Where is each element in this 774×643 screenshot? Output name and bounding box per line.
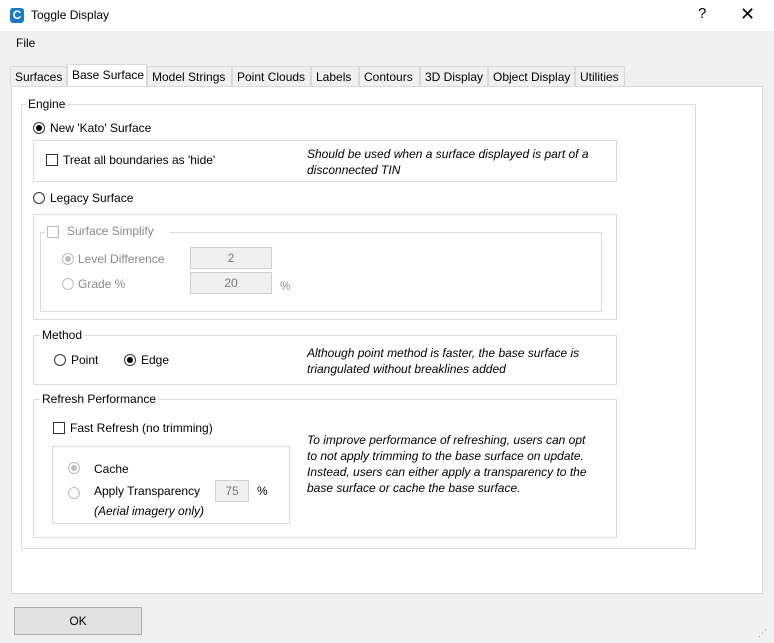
simplify-checkbox[interactable] <box>47 226 59 238</box>
level-diff-input[interactable]: 2 <box>190 247 272 269</box>
cache-label: Cache <box>94 462 129 476</box>
help-button[interactable]: ? <box>698 5 706 22</box>
resize-grip-icon[interactable]: ⋰ <box>758 628 770 640</box>
cache-radio[interactable] <box>68 462 80 474</box>
aerial-note: (Aerial imagery only) <box>94 504 205 518</box>
point-radio[interactable] <box>54 354 66 366</box>
grade-label: Grade % <box>78 277 126 291</box>
hide-boundaries-label: Treat all boundaries as 'hide' <box>63 153 216 167</box>
simplify-group <box>40 232 602 312</box>
tab-panel: Engine New 'Kato' Surface Treat all boun… <box>11 86 763 594</box>
kato-radio[interactable] <box>33 122 45 134</box>
transparency-label: Apply Transparency <box>94 484 201 498</box>
transparency-input[interactable]: 75 <box>215 480 249 502</box>
edge-label: Edge <box>141 353 170 367</box>
refresh-legend: Refresh Performance <box>40 392 159 406</box>
tab-base-surface[interactable]: Base Surface <box>67 64 147 86</box>
legacy-label: Legacy Surface <box>50 191 134 205</box>
fast-refresh-checkbox[interactable] <box>53 422 65 434</box>
level-diff-label: Level Difference <box>78 252 165 266</box>
title-bar <box>0 0 774 31</box>
level-diff-radio[interactable] <box>62 253 74 265</box>
menu-file[interactable]: File <box>16 36 35 50</box>
window-title: Toggle Display <box>31 8 110 22</box>
close-button[interactable]: ✕ <box>740 4 755 25</box>
tab-3d-display[interactable]: 3D Display <box>420 66 488 86</box>
tab-labels[interactable]: Labels <box>311 66 359 86</box>
grade-input[interactable]: 20 <box>190 272 272 294</box>
tab-model-strings[interactable]: Model Strings <box>147 66 232 86</box>
tab-utilities[interactable]: Utilities <box>575 66 625 86</box>
simplify-label: Surface Simplify <box>67 224 154 238</box>
refresh-note: To improve performance of refreshing, us… <box>307 433 587 495</box>
transparency-radio[interactable] <box>68 487 80 499</box>
method-note: Although point method is faster, the bas… <box>307 346 580 376</box>
method-legend: Method <box>40 328 85 342</box>
ok-button[interactable]: OK <box>14 607 142 635</box>
transparency-unit: % <box>257 484 268 498</box>
point-label: Point <box>71 353 99 367</box>
legacy-radio[interactable] <box>33 192 45 204</box>
tab-object-display[interactable]: Object Display <box>488 66 575 86</box>
menu-bar <box>0 31 774 55</box>
tab-surfaces[interactable]: Surfaces <box>10 66 67 86</box>
hide-boundaries-checkbox[interactable] <box>46 154 58 166</box>
grade-radio[interactable] <box>62 278 74 290</box>
fast-refresh-label: Fast Refresh (no trimming) <box>70 421 213 435</box>
tab-point-clouds[interactable]: Point Clouds <box>232 66 311 86</box>
kato-label: New 'Kato' Surface <box>50 121 152 135</box>
app-icon: C <box>10 8 24 23</box>
edge-radio[interactable] <box>124 354 136 366</box>
tab-contours[interactable]: Contours <box>359 66 420 86</box>
engine-legend: Engine <box>26 97 68 111</box>
hide-boundaries-note: Should be used when a surface displayed … <box>307 147 589 177</box>
grade-unit: % <box>280 279 291 293</box>
